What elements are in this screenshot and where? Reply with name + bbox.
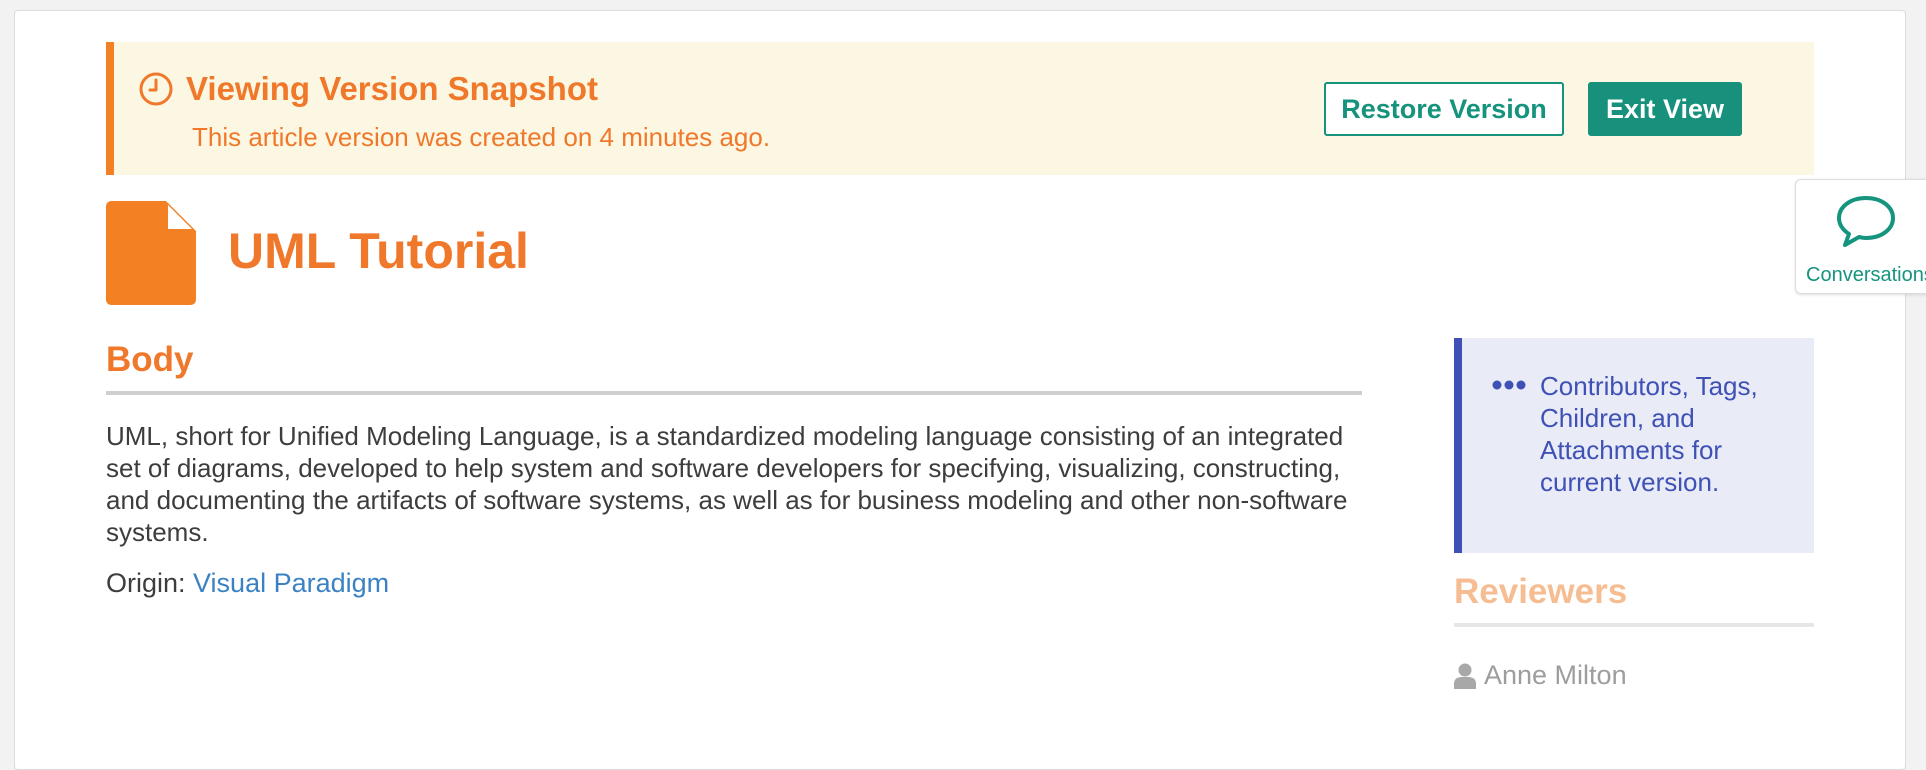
banner-title-text: Viewing Version Snapshot	[186, 70, 598, 107]
banner-title: Viewing Version Snapshot	[138, 70, 598, 108]
speech-bubble-icon	[1837, 196, 1895, 247]
conversations-label: Conversations	[1806, 264, 1926, 286]
user-icon	[1454, 663, 1476, 689]
origin-line: Origin: Visual Paradigm	[106, 568, 389, 599]
page-title: UML Tutorial	[228, 223, 529, 279]
body-text: UML, short for Unified Modeling Language…	[106, 421, 1348, 547]
body-divider	[106, 391, 1362, 395]
origin-link[interactable]: Visual Paradigm	[193, 568, 389, 598]
version-info-text: Contributors, Tags, Children, and Attach…	[1540, 371, 1758, 497]
restore-version-button[interactable]: Restore Version	[1324, 82, 1564, 136]
version-info-box[interactable]: Contributors, Tags, Children, and Attach…	[1454, 338, 1814, 553]
more-dots-icon	[1492, 380, 1526, 390]
reviewers-divider	[1454, 623, 1814, 627]
version-snapshot-banner: Viewing Version Snapshot This article ve…	[106, 42, 1814, 175]
conversations-tab[interactable]: Conversations	[1795, 179, 1926, 294]
body-heading: Body	[106, 340, 194, 379]
reviewer-name: Anne Milton	[1484, 660, 1627, 690]
clock-icon	[139, 72, 173, 106]
banner-subtitle: This article version was created on 4 mi…	[192, 122, 771, 152]
reviewers-heading: Reviewers	[1454, 572, 1628, 611]
origin-label: Origin:	[106, 568, 194, 598]
reviewer-item: Anne Milton	[1454, 660, 1627, 691]
exit-view-button[interactable]: Exit View	[1588, 82, 1742, 136]
document-icon	[106, 201, 196, 305]
